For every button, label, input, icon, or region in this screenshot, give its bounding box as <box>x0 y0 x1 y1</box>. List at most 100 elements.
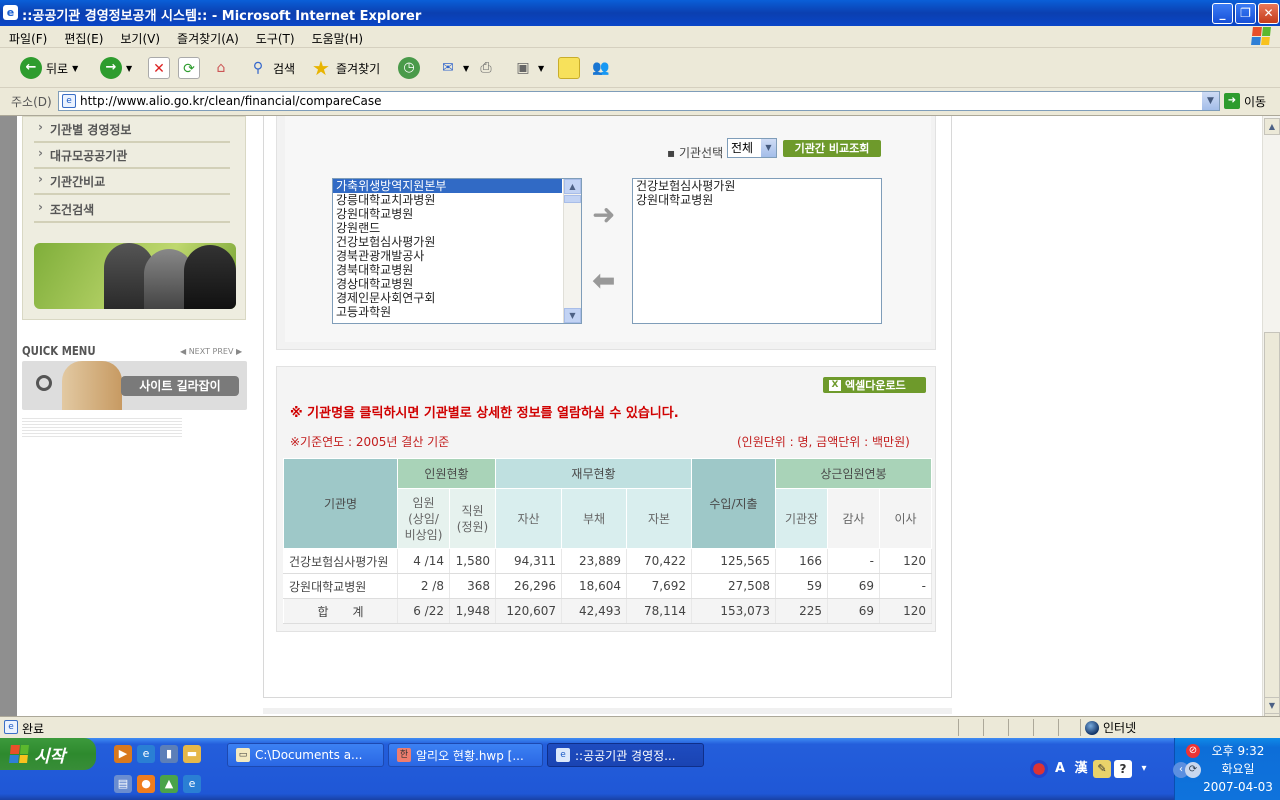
scroll-up-icon[interactable]: ▲ <box>1264 118 1280 135</box>
ime-pad-icon[interactable]: ✎ <box>1093 760 1111 778</box>
sidebar-item-large-orgs[interactable]: 대규모공공기관 <box>34 143 230 169</box>
menu-file[interactable]: 파일(F) <box>0 26 55 47</box>
messenger-icon: 👥 <box>592 60 610 76</box>
list-item[interactable]: 강원대학교병원 <box>633 193 881 207</box>
address-input[interactable]: e http://www.alio.go.kr/clean/financial/… <box>58 91 1220 111</box>
available-orgs-list[interactable]: 가축위생방역지원본부 강릉대학교치과병원 강원대학교병원 강원랜드 건강보험심사… <box>332 178 582 324</box>
menu-edit[interactable]: 편집(E) <box>55 26 111 47</box>
sidebar-item-compare[interactable]: 기관간비교 <box>34 169 230 195</box>
header-exec-salary: 상근임원연봉 <box>775 458 932 489</box>
list-item[interactable]: 경상대학교병원 <box>333 277 581 291</box>
back-button[interactable]: ← 뒤로 ▼ <box>20 56 78 80</box>
menu-view[interactable]: 보기(V) <box>111 26 168 47</box>
ime-hanja-mode[interactable]: 漢 <box>1072 760 1090 778</box>
list-item[interactable]: 경북대학교병원 <box>333 263 581 277</box>
restore-button[interactable]: ❐ <box>1235 3 1256 24</box>
ie-quicklaunch-icon[interactable]: e <box>137 745 155 763</box>
move-left-arrow-icon[interactable]: ⬅ <box>592 264 615 297</box>
forward-button[interactable]: → ▼ <box>100 56 132 80</box>
quick-menu-nav[interactable]: ◀ NEXT PREV ▶ <box>180 347 242 356</box>
list-item[interactable]: 가축위생방역지원본부 <box>333 179 562 193</box>
stop-button[interactable]: ✕ <box>148 56 170 80</box>
windows-logo-icon <box>9 745 29 763</box>
edit-icon: ▣ <box>516 60 530 76</box>
url-text: http://www.alio.go.kr/clean/financial/co… <box>80 94 382 108</box>
list-item[interactable]: 경북관광개발공사 <box>333 249 581 263</box>
scroll-up-icon[interactable]: ▲ <box>564 179 581 194</box>
list-item[interactable]: 건강보험심사평가원 <box>333 235 581 249</box>
folder-icon[interactable]: ▬ <box>183 745 201 763</box>
zone-label: 인터넷 <box>1103 721 1137 735</box>
list-item[interactable]: 강원대학교병원 <box>333 207 581 221</box>
org-name-link[interactable]: 건강보험심사평가원 <box>283 548 398 574</box>
go-button[interactable]: ➜ 이동 <box>1224 91 1280 111</box>
basis-year-text: ※기준연도 : 2005년 결산 기준 <box>290 435 450 449</box>
search-button[interactable]: ⚲ 검색 <box>247 56 295 80</box>
address-bar: 주소(D) e http://www.alio.go.kr/clean/fina… <box>0 88 1280 116</box>
table-cell: 6 /22 <box>397 598 450 624</box>
sidebar-item-org-info[interactable]: 기관별 경영정보 <box>34 117 230 143</box>
scroll-down-icon[interactable]: ▼ <box>564 308 581 323</box>
home-button[interactable]: ⌂ <box>210 56 232 80</box>
sidebar-item-condition-search[interactable]: 조건검색 <box>34 197 230 223</box>
org-name-link[interactable]: 강원대학교병원 <box>283 573 398 599</box>
header-income: 수입/지출 <box>691 458 776 549</box>
move-right-arrow-icon[interactable]: ➜ <box>592 198 615 231</box>
table-cell: 120,607 <box>495 598 562 624</box>
minimize-button[interactable]: _ <box>1212 3 1233 24</box>
org-category-select[interactable]: 전체 ▼ <box>727 138 777 158</box>
app-quicklaunch-icon[interactable]: ▮ <box>160 745 178 763</box>
ime-options-icon[interactable]: ▾ <box>1135 760 1153 778</box>
menu-help[interactable]: 도움말(H) <box>303 26 372 47</box>
address-dropdown-button[interactable]: ▼ <box>1202 92 1219 110</box>
printer-icon: ⎙ <box>480 60 492 76</box>
list-item[interactable]: 고등과학원 <box>333 305 581 319</box>
media-player-icon[interactable]: ▶ <box>114 745 132 763</box>
firefox-icon[interactable]: ● <box>137 775 155 793</box>
list-item[interactable]: 경제인문사회연구회 <box>333 291 581 305</box>
menu-tools[interactable]: 도구(T) <box>247 26 303 47</box>
ime-toolbar: A 漢 ✎ ? ▾ <box>1030 760 1153 778</box>
table-cell: 27,508 <box>691 573 776 599</box>
title-bar: e ::공공기관 경영정보공개 시스템:: - Microsoft Intern… <box>0 0 1280 26</box>
selected-orgs-list[interactable]: 건강보험심사평가원 강원대학교병원 <box>632 178 882 324</box>
history-button[interactable]: ◷ <box>398 56 420 80</box>
korean-ime-icon[interactable] <box>1030 760 1048 778</box>
list-item[interactable]: 강원랜드 <box>333 221 581 235</box>
edit-button[interactable]: ▣ ▼ <box>512 56 544 80</box>
start-label: 시작 <box>34 746 66 767</box>
page-scrollbar[interactable]: ▲ ▼ <box>1262 116 1280 762</box>
table-cell: - <box>879 573 932 599</box>
document-icon[interactable]: ▤ <box>114 775 132 793</box>
task-documents[interactable]: ▭ C:\Documents a... <box>227 743 384 767</box>
menu-bar: 파일(F) 편집(E) 보기(V) 즐겨찾기(A) 도구(T) 도움말(H) <box>0 26 1280 48</box>
messenger-button[interactable]: 👥 <box>590 56 612 80</box>
start-button[interactable]: 시작 <box>0 738 96 770</box>
chart-app-icon[interactable]: ▲ <box>160 775 178 793</box>
compare-button[interactable]: 기관간 비교조회 <box>783 140 881 157</box>
site-guide-button[interactable]: 사이트 길라잡이 <box>121 376 239 396</box>
excel-download-button[interactable]: X 엑셀다운로드 <box>823 377 926 393</box>
ime-english-mode[interactable]: A <box>1051 760 1069 778</box>
list-item[interactable]: 강릉대학교치과병원 <box>333 193 581 207</box>
favorites-button[interactable]: ★ 즐겨찾기 <box>310 56 380 80</box>
menu-favorites[interactable]: 즐겨찾기(A) <box>168 26 247 47</box>
ime-help-icon[interactable]: ? <box>1114 760 1132 778</box>
list-scrollbar[interactable]: ▲ ▼ <box>563 179 581 323</box>
mail-button[interactable]: ✉ ▼ <box>437 56 469 80</box>
refresh-button[interactable]: ⟳ <box>178 56 200 80</box>
task-hwp[interactable]: 한 알리오 현황.hwp [... <box>388 743 543 767</box>
task-label: 알리오 현황.hwp [... <box>416 748 524 763</box>
list-item[interactable]: 건강보험심사평가원 <box>633 179 881 193</box>
clock-day: 화요일 <box>1221 762 1255 776</box>
close-button[interactable]: ✕ <box>1258 3 1279 24</box>
print-button[interactable]: ⎙ <box>475 56 497 80</box>
notes-button[interactable] <box>558 56 580 80</box>
address-label: 주소(D) <box>11 95 52 109</box>
windows-logo-icon <box>1251 27 1272 47</box>
page-icon: e <box>62 94 76 108</box>
task-browser[interactable]: e::공공기관 경영정... <box>547 743 704 767</box>
clock[interactable]: 오후 9:32 화요일 2007-04-03 <box>1174 742 1280 796</box>
scroll-down-icon[interactable]: ▼ <box>1264 697 1280 714</box>
ie-quicklaunch-icon-2[interactable]: e <box>183 775 201 793</box>
